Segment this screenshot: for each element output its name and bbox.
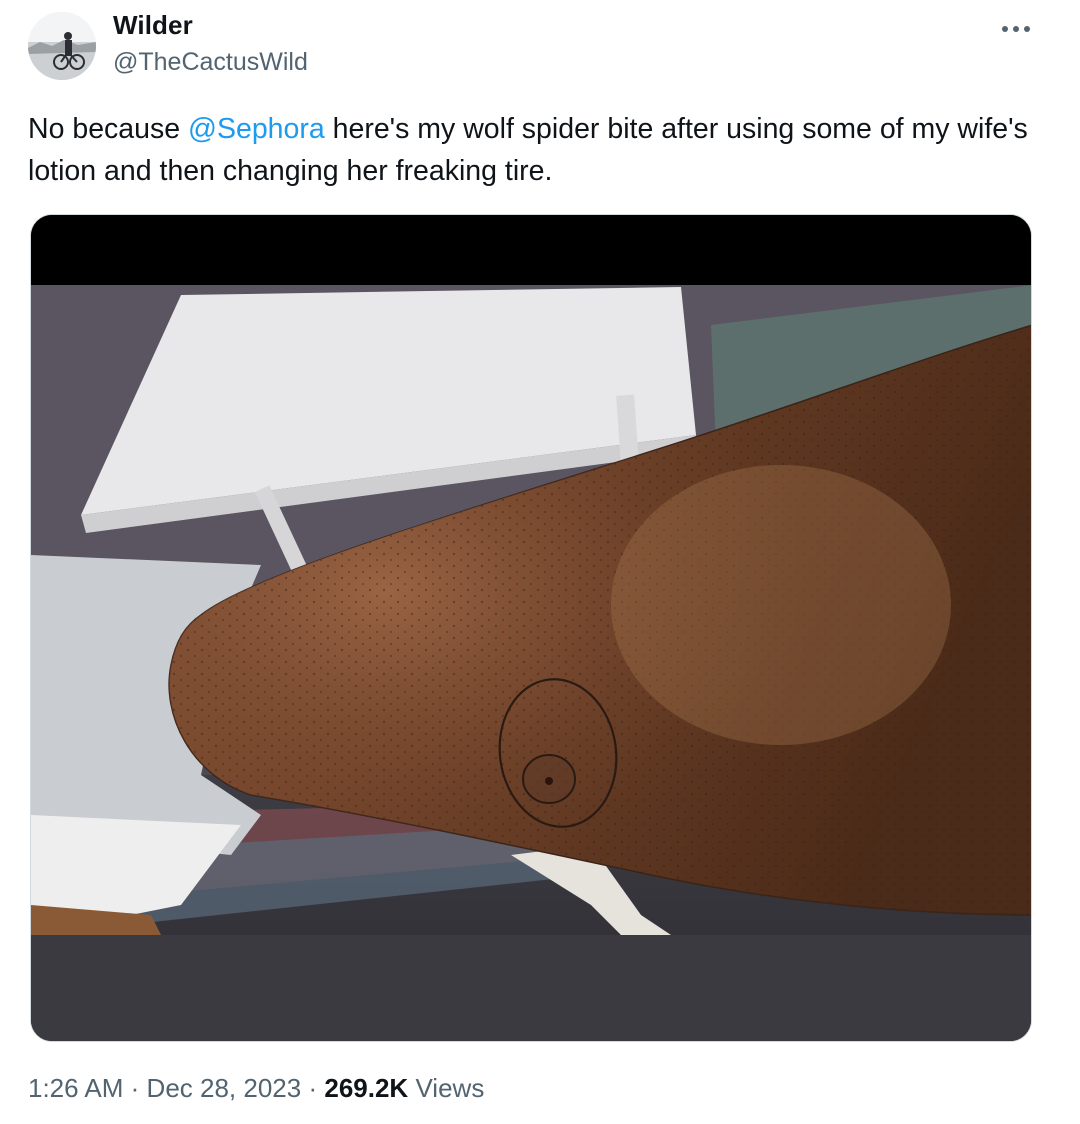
tweet-time[interactable]: 1:26 AM — [28, 1073, 123, 1103]
more-options-button[interactable] — [996, 14, 1036, 44]
tweet-text: No because @Sephora here's my wolf spide… — [28, 108, 1038, 192]
tweet-date[interactable]: Dec 28, 2023 — [147, 1073, 302, 1103]
author-name[interactable]: Wilder — [113, 10, 193, 41]
avatar[interactable] — [28, 12, 96, 80]
tweet-card: Wilder @TheCactusWild No because @Sephor… — [0, 0, 1080, 1124]
author-handle[interactable]: @TheCactusWild — [113, 48, 308, 77]
meta-separator: · — [308, 1073, 318, 1103]
tweet-text-before: No because — [28, 113, 189, 145]
views-count: 269.2K — [324, 1073, 409, 1103]
meta-separator: · — [130, 1073, 140, 1103]
tweet-meta: 1:26 AM · Dec 28, 2023 · 269.2K Views — [28, 1073, 484, 1104]
leg-bite-photo-icon — [31, 215, 1031, 1041]
mention-link[interactable]: @Sephora — [188, 113, 325, 145]
views-label: Views — [415, 1073, 485, 1103]
tweet-photo[interactable] — [30, 214, 1032, 1042]
avatar-photo-icon — [28, 12, 96, 80]
more-horizontal-icon — [1002, 26, 1030, 32]
